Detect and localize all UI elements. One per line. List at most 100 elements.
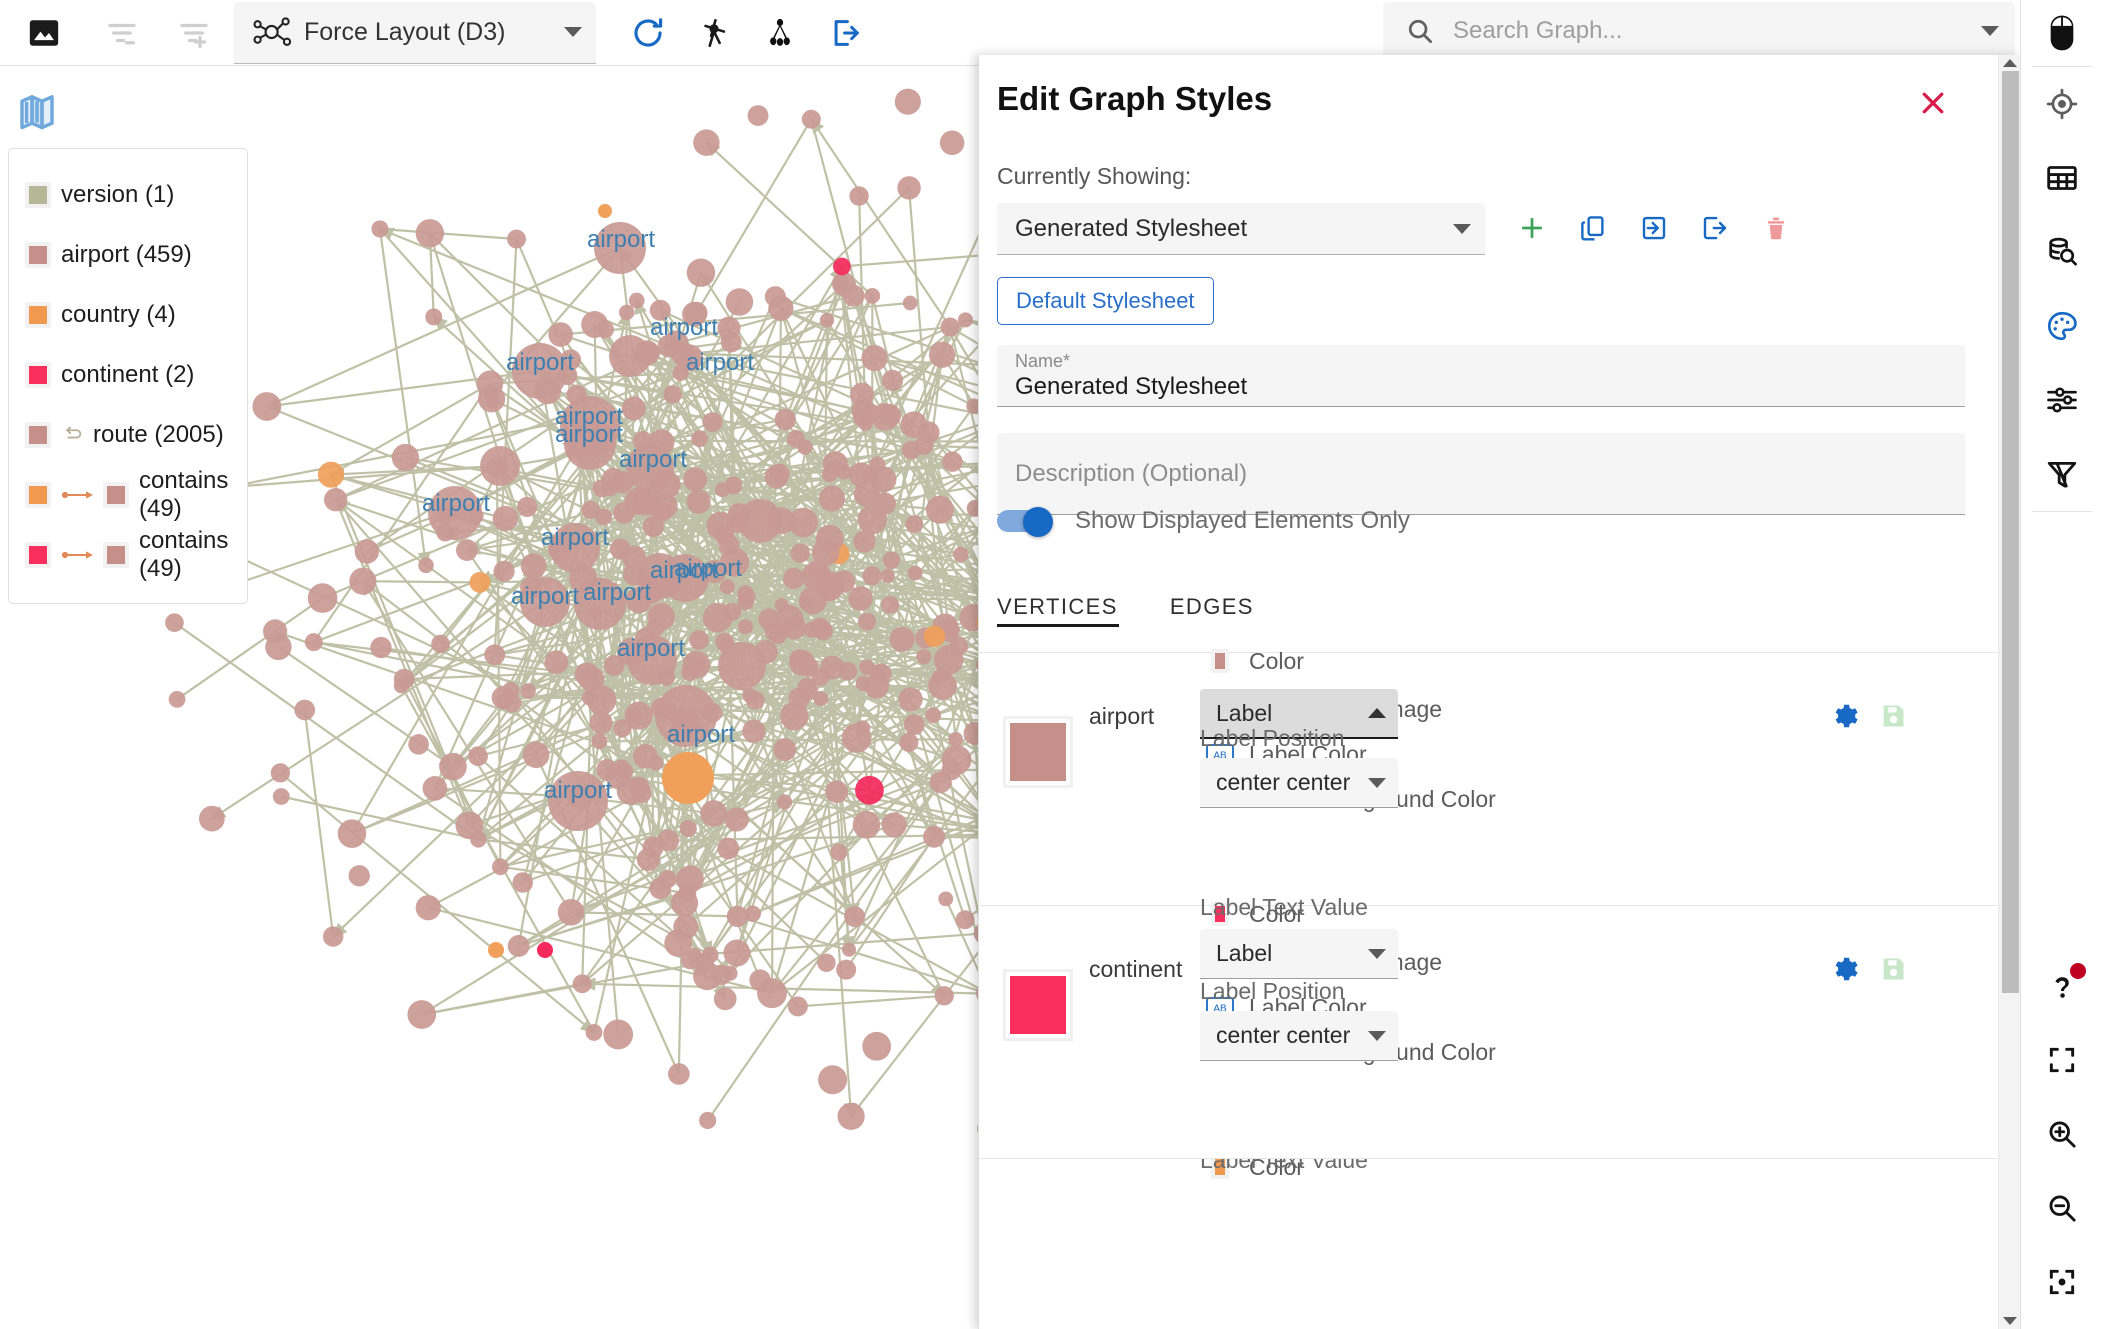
legend-color-swatch	[25, 422, 51, 448]
vertices-edges-tabs: VERTICES EDGES	[997, 584, 1965, 630]
legend-item-label: country (4)	[61, 301, 176, 329]
vertex-type-name: continent	[1089, 956, 1182, 983]
svg-text:airport: airport	[506, 349, 574, 376]
label-position-select[interactable]: center center	[1200, 1011, 1398, 1061]
label-position-header: Label Position	[1200, 978, 1345, 1005]
legend-item[interactable]: version (1)	[25, 165, 233, 225]
legend-color-swatch-from	[25, 482, 51, 508]
svg-text:airport: airport	[667, 721, 735, 748]
filter-list-add-icon[interactable]	[166, 5, 222, 61]
toggle-label: Show Displayed Elements Only	[1075, 507, 1410, 535]
svg-text:airport: airport	[544, 777, 612, 804]
label-text-value-select[interactable]: Label	[1200, 929, 1398, 979]
settings-gear-icon[interactable]	[1829, 701, 1859, 731]
export-icon[interactable]	[818, 5, 874, 61]
export-stylesheet-button[interactable]	[1692, 205, 1738, 251]
svg-text:airport: airport	[587, 226, 655, 253]
table-row: airport Color Background Image AB Label …	[979, 652, 1999, 905]
legend-item[interactable]: contains (49)	[25, 465, 233, 525]
graph-nodes-icon	[252, 15, 294, 49]
mouse-mode-icon[interactable]	[2046, 0, 2078, 66]
label-position-select[interactable]: center center	[1200, 758, 1398, 808]
stylesheet-select[interactable]: Generated Stylesheet	[997, 203, 1485, 255]
legend-color-swatch-to	[103, 482, 129, 508]
zoom-in-icon[interactable]	[2021, 1097, 2103, 1171]
svg-text:airport: airport	[541, 524, 609, 551]
filter-list-icon[interactable]	[94, 5, 150, 61]
svg-text:airport: airport	[583, 579, 651, 606]
search-icon	[1405, 16, 1435, 46]
label-position-header: Label Position	[1200, 725, 1345, 752]
label-position-select-value: center center	[1216, 769, 1368, 796]
save-disk-icon[interactable]	[1879, 702, 1907, 730]
legend-color-swatch-to	[103, 542, 129, 568]
legend-item-label: airport (459)	[61, 241, 192, 269]
chevron-down-icon	[1368, 778, 1386, 788]
save-disk-icon[interactable]	[1879, 955, 1907, 983]
svg-text:airport: airport	[650, 557, 718, 584]
scroll-down-arrow-icon[interactable]	[2003, 1317, 2017, 1325]
vertex-color-preview[interactable]	[1003, 716, 1073, 788]
layout-select-label: Force Layout (D3)	[304, 18, 554, 47]
delete-stylesheet-button[interactable]	[1753, 205, 1799, 251]
arrow-right-icon	[61, 488, 93, 502]
legend-item[interactable]: country (4)	[25, 285, 233, 345]
filter-funnel-icon[interactable]	[2021, 437, 2103, 511]
color-swatch-icon	[1205, 646, 1235, 676]
legend-item[interactable]: continent (2)	[25, 345, 233, 405]
row-actions	[1829, 701, 1907, 731]
table-row: Color Label Text Value	[979, 1158, 1999, 1329]
stylesheet-name-field[interactable]: Name* Generated Stylesheet	[997, 345, 1965, 407]
arrow-right-icon	[61, 548, 93, 562]
label-text-value-header: Label Text Value	[1200, 1158, 1368, 1174]
dialog-scrollbar-thumb[interactable]	[2002, 71, 2019, 993]
description-field[interactable]: Description (Optional)	[997, 433, 1965, 515]
chevron-down-icon[interactable]	[1981, 26, 1999, 36]
help-question-icon[interactable]	[2021, 949, 2103, 1023]
legend-color-swatch	[25, 182, 51, 208]
copy-stylesheet-button[interactable]	[1570, 205, 1616, 251]
label-text-value-header: Label Text Value	[1200, 894, 1368, 921]
layout-select[interactable]: Force Layout (D3)	[234, 2, 596, 64]
legend-color-swatch-from	[25, 542, 51, 568]
search-input[interactable]	[1451, 16, 1965, 46]
scroll-up-arrow-icon[interactable]	[2003, 59, 2017, 67]
legend-color-swatch	[25, 362, 51, 388]
legend-item[interactable]: contains (49)	[25, 525, 233, 585]
center-focus-icon[interactable]	[2021, 67, 2103, 141]
palette-icon[interactable]	[2021, 289, 2103, 363]
fullscreen-icon[interactable]	[2021, 1023, 2103, 1097]
default-stylesheet-button[interactable]: Default Stylesheet	[997, 277, 1214, 325]
help-badge	[2070, 963, 2086, 979]
property-color[interactable]: Color	[1205, 646, 1304, 676]
refresh-icon[interactable]	[620, 5, 676, 61]
vertex-color-preview[interactable]	[1003, 969, 1073, 1041]
add-stylesheet-button[interactable]	[1509, 205, 1555, 251]
name-field-value: Generated Stylesheet	[1015, 371, 1947, 403]
database-search-icon[interactable]	[2021, 215, 2103, 289]
chevron-up-icon	[1368, 708, 1386, 718]
table-view-icon[interactable]	[2021, 141, 2103, 215]
zoom-out-icon[interactable]	[2021, 1171, 2103, 1245]
search-bar[interactable]	[1383, 2, 2015, 60]
dialog-scrollbar[interactable]	[1998, 55, 2020, 1329]
legend-item-label: route (2005)	[93, 421, 224, 449]
tab-edges[interactable]: EDGES	[1170, 594, 1280, 630]
label-text-value-select-value: Label	[1216, 700, 1368, 727]
image-icon[interactable]	[16, 5, 72, 61]
legend-item[interactable]: route (2005)	[25, 405, 233, 465]
settings-gear-icon[interactable]	[1829, 954, 1859, 984]
settings-sliders-icon[interactable]	[2021, 363, 2103, 437]
expand-node-icon[interactable]	[686, 5, 742, 61]
svg-text:airport: airport	[511, 583, 579, 610]
svg-text:airport: airport	[686, 349, 754, 376]
legend-item[interactable]: airport (459)	[25, 225, 233, 285]
fit-to-screen-icon[interactable]	[2021, 1245, 2103, 1319]
active-tab-underline	[997, 624, 1119, 627]
name-field-label: Name*	[1015, 351, 1947, 371]
map-icon[interactable]	[16, 88, 64, 136]
tree-layout-icon[interactable]	[752, 5, 808, 61]
import-stylesheet-button[interactable]	[1631, 205, 1677, 251]
close-icon[interactable]	[1913, 83, 1953, 123]
show-displayed-elements-only-toggle[interactable]	[997, 507, 1053, 535]
